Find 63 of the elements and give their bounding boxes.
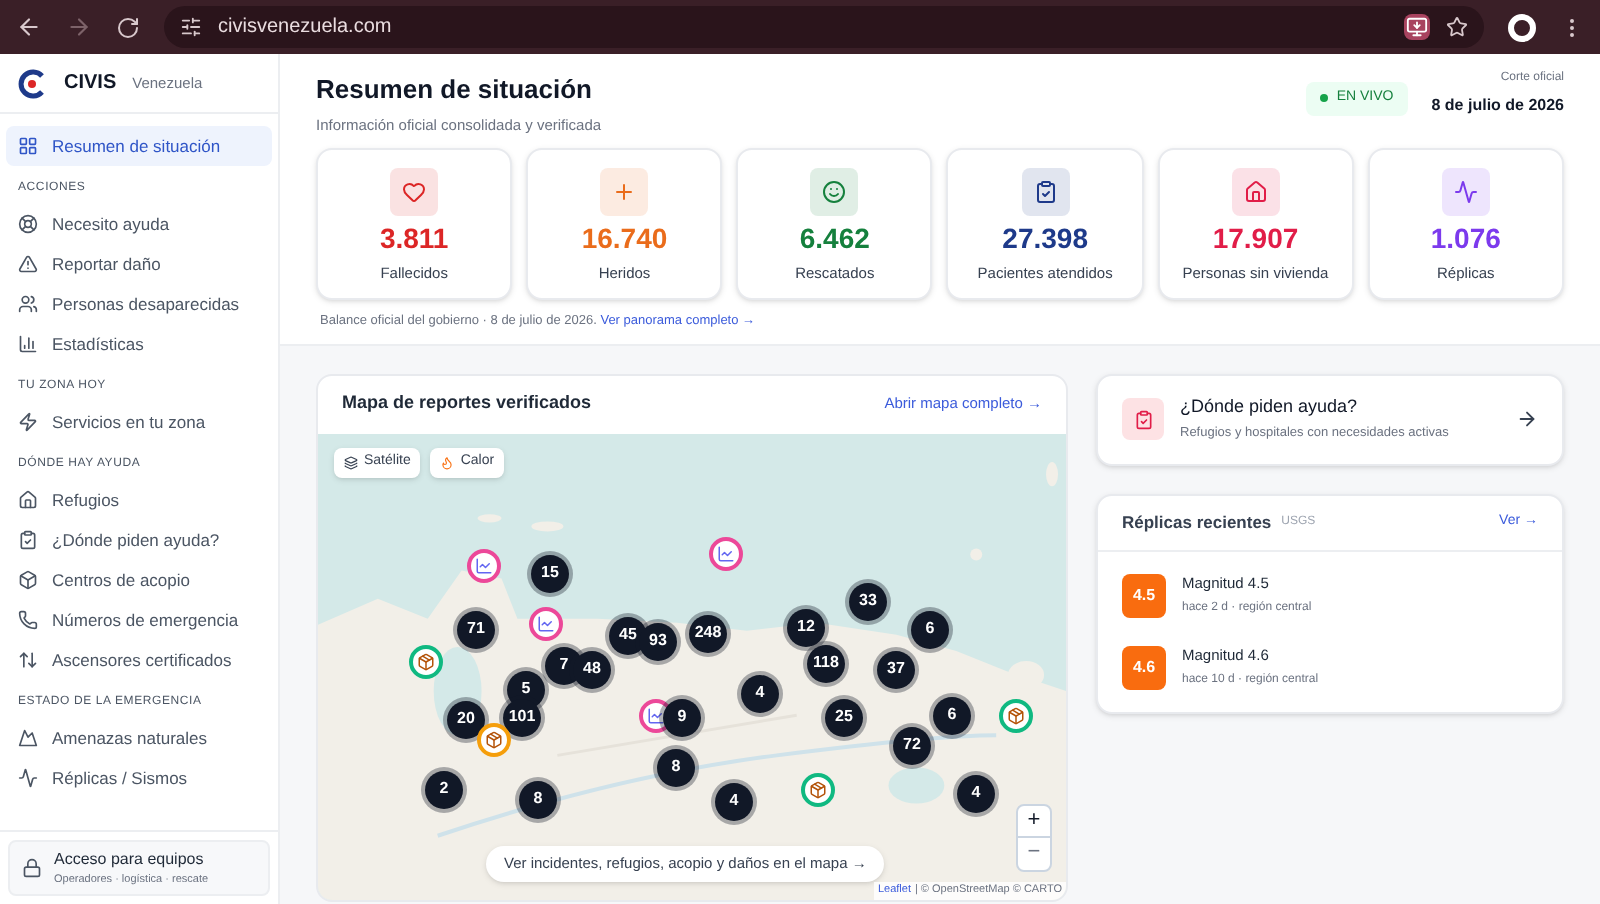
help-title: ¿Dónde piden ayuda? [1180, 393, 1360, 420]
sidebar-item[interactable]: Reportar daño [6, 244, 272, 284]
stat-value: 3.811 [379, 223, 449, 252]
clipboard-icon [1021, 167, 1070, 216]
cut-date: 8 de julio de 2026 [1431, 94, 1564, 118]
people-icon [18, 294, 38, 314]
arrows-icon [18, 650, 38, 670]
sidebar-item[interactable]: Estadísticas [6, 324, 272, 364]
install-icon[interactable] [1404, 14, 1430, 40]
bar-chart-icon [18, 334, 38, 354]
warning-icon [18, 254, 38, 274]
sidebar-item[interactable]: Personas desaparecidas [6, 284, 272, 324]
team-access-title: Acceso para equipos [54, 847, 206, 872]
mountain-icon [18, 728, 38, 748]
replicas-title: Réplicas recientes [1122, 509, 1272, 535]
house-icon [1231, 167, 1280, 216]
sidebar-item[interactable]: Resumen de situación [6, 126, 272, 166]
lock-icon [22, 857, 42, 878]
sidebar-item[interactable]: ¿Dónde piden ayuda? [6, 520, 272, 560]
profile-icon[interactable] [1508, 13, 1536, 41]
stat-value: 6.462 [799, 223, 870, 252]
flame-icon [440, 455, 455, 469]
sidebar-item[interactable]: Réplicas / Sismos [6, 758, 272, 798]
sidebar-item[interactable]: Necesito ayuda [6, 204, 272, 244]
map-title: Mapa de reportes verificados [342, 390, 592, 417]
phone-icon [18, 610, 38, 630]
grid-icon [18, 136, 38, 156]
bolt-icon [18, 412, 38, 432]
stat-value: 1.076 [1430, 223, 1501, 252]
stat-value: 16.740 [581, 223, 668, 252]
sidebar-item[interactable]: Centros de acopio [6, 560, 272, 600]
back-icon[interactable] [16, 14, 42, 40]
address-bar[interactable]: civisvenezuela.com [164, 6, 1484, 48]
sidebar-item[interactable]: Ascensores certificados [6, 640, 272, 680]
sidebar-item[interactable]: Amenazas naturales [6, 718, 272, 758]
brand-name: CIVIS [64, 70, 117, 98]
magnitude-badge: 4.6 [1122, 645, 1166, 689]
forward-icon[interactable] [66, 14, 92, 40]
pulse-icon [18, 768, 38, 788]
plus-icon [600, 167, 649, 216]
sidebar-item[interactable]: Servicios en tu zona [6, 402, 272, 442]
url-text: civisvenezuela.com [218, 14, 392, 42]
face-icon [810, 167, 859, 216]
zoom-in-button[interactable]: + [1018, 805, 1050, 837]
box-icon [18, 570, 38, 590]
zoom-out-button[interactable]: − [1018, 837, 1050, 869]
stat-value: 17.907 [1212, 223, 1299, 252]
lifebuoy-icon [18, 214, 38, 234]
house-icon [18, 490, 38, 510]
site-settings-icon[interactable] [180, 16, 202, 38]
layers-icon [344, 455, 358, 469]
logo-icon [16, 67, 48, 99]
sidebar-item[interactable]: Refugios [6, 480, 272, 520]
magnitude-badge: 4.5 [1122, 573, 1166, 617]
clipboard-icon [1122, 398, 1164, 440]
reload-icon[interactable] [116, 15, 140, 39]
sidebar-item[interactable]: Números de emergencia [6, 600, 272, 640]
pulse-icon [1441, 167, 1490, 216]
clipboard-icon [18, 530, 38, 550]
arrow-icon [1516, 408, 1538, 430]
page-title: Resumen de situación [316, 72, 594, 108]
star-icon[interactable] [1446, 16, 1468, 38]
stat-value: 27.398 [1002, 223, 1088, 252]
